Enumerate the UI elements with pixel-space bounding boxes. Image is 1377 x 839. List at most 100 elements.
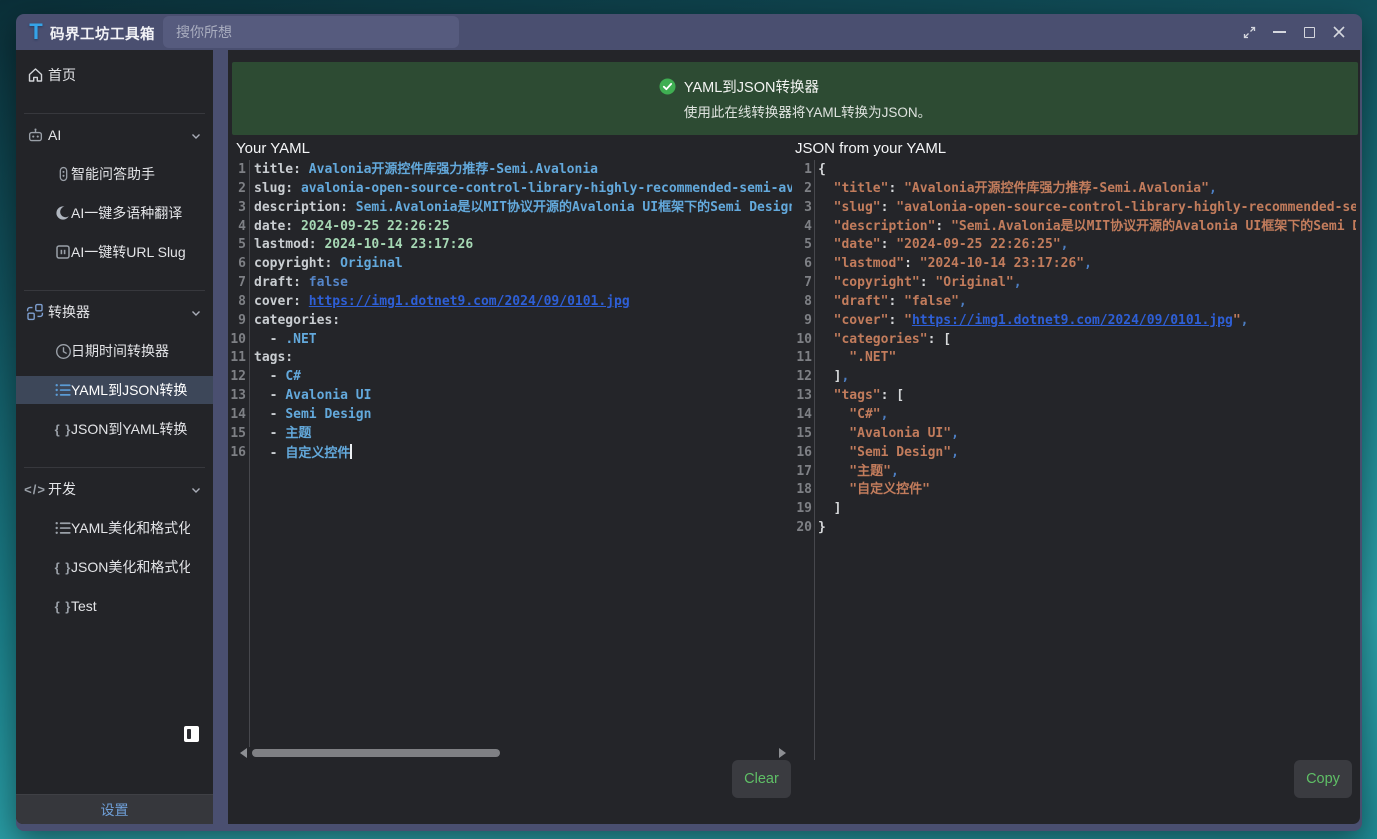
clock-icon [53,343,73,360]
line-number: 8 [238,293,246,312]
settings-link[interactable]: 设置 [101,800,129,820]
code-line: "title": "Avalonia开源控件库强力推荐-Semi.Avaloni… [818,180,1356,199]
line-number: 10 [796,331,812,350]
code-line: categories: [254,312,792,331]
search-input[interactable] [163,16,459,48]
line-number: 5 [238,236,246,255]
code-line: - 自定义控件 [254,444,792,463]
code-line: - 主题 [254,425,792,444]
tool-banner: YAML到JSON转换器 使用此在线转换器将YAML转换为JSON。 [232,62,1358,135]
json-line-numbers: 1234567891011121314151617181920 [782,161,812,538]
sidebar-group-AI[interactable]: AI [16,121,213,149]
line-number: 8 [804,293,812,312]
line-number: 6 [238,255,246,274]
sidebar-item-label: 转换器 [48,302,90,322]
sidebar-item-label: JSON美化和格式化 [71,557,190,577]
line-number: 14 [230,406,246,425]
minimize-button[interactable] [1264,17,1294,47]
code-line: ] [818,500,1356,519]
sidebar-group-转换器[interactable]: 转换器 [16,298,213,326]
line-number: 9 [804,312,812,331]
sidebar-group-开发[interactable]: </>开发 [16,475,213,503]
line-number: 15 [796,425,812,444]
code-line: "draft": "false", [818,293,1356,312]
line-number: 7 [238,274,246,293]
sidebar-item-JSON到YAML转换[interactable]: { }JSON到YAML转换 [16,415,213,443]
main-content: YAML到JSON转换器 使用此在线转换器将YAML转换为JSON。 Your … [228,50,1360,824]
line-number: 20 [796,519,812,538]
line-number: 4 [238,218,246,237]
collapse-sidebar-button[interactable] [184,726,199,742]
code-line: "C#", [818,406,1356,425]
sidebar-item-AI一键多语种翻译[interactable]: AI一键多语种翻译 [16,199,213,227]
sidebar-item-label: YAML到JSON转换 [71,380,187,400]
code-line: "copyright": "Original", [818,274,1356,293]
copy-button[interactable]: Copy [1294,760,1352,798]
sidebar-footer: 设置 [16,794,213,824]
code-line: - C# [254,368,792,387]
fullscreen-button[interactable] [1234,17,1264,47]
sidebar-item-首页[interactable]: 首页 [16,61,213,89]
yaml-input[interactable]: title: Avalonia开源控件库强力推荐-Semi.Avaloniasl… [254,161,792,463]
line-number: 15 [230,425,246,444]
line-number: 9 [238,312,246,331]
line-number: 19 [796,500,812,519]
banner-title: YAML到JSON转换器 [684,76,819,97]
sidebar-divider [24,290,205,291]
horizontal-scrollbar-thumb[interactable] [252,749,500,757]
sidebar-item-label: Test [71,598,97,614]
sidebar-item-JSON美化和格式化[interactable]: { }JSON美化和格式化 [16,553,213,581]
scroll-left-arrow[interactable] [240,748,247,758]
translate-icon [53,205,73,221]
close-button[interactable] [1324,17,1354,47]
sidebar-item-label: 开发 [48,479,76,499]
sidebar: 首页 AI 智能问答助手 AI一键多语种翻译 AI一键转URL Slug 转换器日期时间转… [16,50,213,824]
yaml-panel-header: Your YAML [236,140,310,157]
sidebar-item-YAML美化和格式化[interactable]: YAML美化和格式化 [16,514,213,542]
braces-icon: { } [53,560,73,575]
line-number: 12 [796,368,812,387]
banner-subtitle: 使用此在线转换器将YAML转换为JSON。 [684,101,931,121]
code-line: - Semi Design [254,406,792,425]
code-line: "date": "2024-09-25 22:26:25", [818,236,1356,255]
line-number: 18 [796,481,812,500]
code-line: "cover": "https://img1.dotnet9.com/2024/… [818,312,1356,331]
app-window: T 码界工坊工具箱 首页 AI 智能问答助手 AI一键多语种翻译 AI一键转URL Sl… [16,14,1362,831]
sidebar-item-label: JSON到YAML转换 [71,419,187,439]
code-line: slug: avalonia-open-source-control-libra… [254,180,792,199]
code-line: ".NET" [818,349,1356,368]
sidebar-item-Test[interactable]: { }Test [16,592,213,620]
sidebar-item-日期时间转换器[interactable]: 日期时间转换器 [16,337,213,365]
slug-icon [53,244,73,260]
assistant-icon [53,166,73,182]
json-panel-header: JSON from your YAML [795,140,946,157]
code-line: ], [818,368,1356,387]
line-number: 16 [230,444,246,463]
app-title: 码界工坊工具箱 [50,23,155,44]
json-output[interactable]: { "title": "Avalonia开源控件库强力推荐-Semi.Avalo… [818,161,1356,538]
line-number: 5 [804,236,812,255]
code-line: cover: https://img1.dotnet9.com/2024/09/… [254,293,792,312]
line-number: 3 [804,199,812,218]
sidebar-item-YAML到JSON转换[interactable]: YAML到JSON转换 [16,376,213,404]
robot-icon [25,127,45,144]
maximize-button[interactable] [1294,17,1324,47]
code-line: lastmod: 2024-10-14 23:17:26 [254,236,792,255]
line-number: 2 [238,180,246,199]
titlebar: T 码界工坊工具箱 [16,14,1362,50]
clear-button[interactable]: Clear [732,760,791,798]
sidebar-item-智能问答助手[interactable]: 智能问答助手 [16,160,213,188]
sidebar-item-AI一键转URL Slug[interactable]: AI一键转URL Slug [16,238,213,266]
sidebar-item-label: 首页 [48,65,76,85]
check-circle-icon [659,78,676,95]
line-number: 1 [238,161,246,180]
chevron-down-icon [190,129,202,145]
code-line: "自定义控件" [818,481,1356,500]
scroll-right-arrow[interactable] [779,748,786,758]
sidebar-item-label: AI [48,127,61,143]
line-number: 13 [230,387,246,406]
code-line: date: 2024-09-25 22:26:25 [254,218,792,237]
line-number: 10 [230,331,246,350]
code-line: - Avalonia UI [254,387,792,406]
line-number: 6 [804,255,812,274]
